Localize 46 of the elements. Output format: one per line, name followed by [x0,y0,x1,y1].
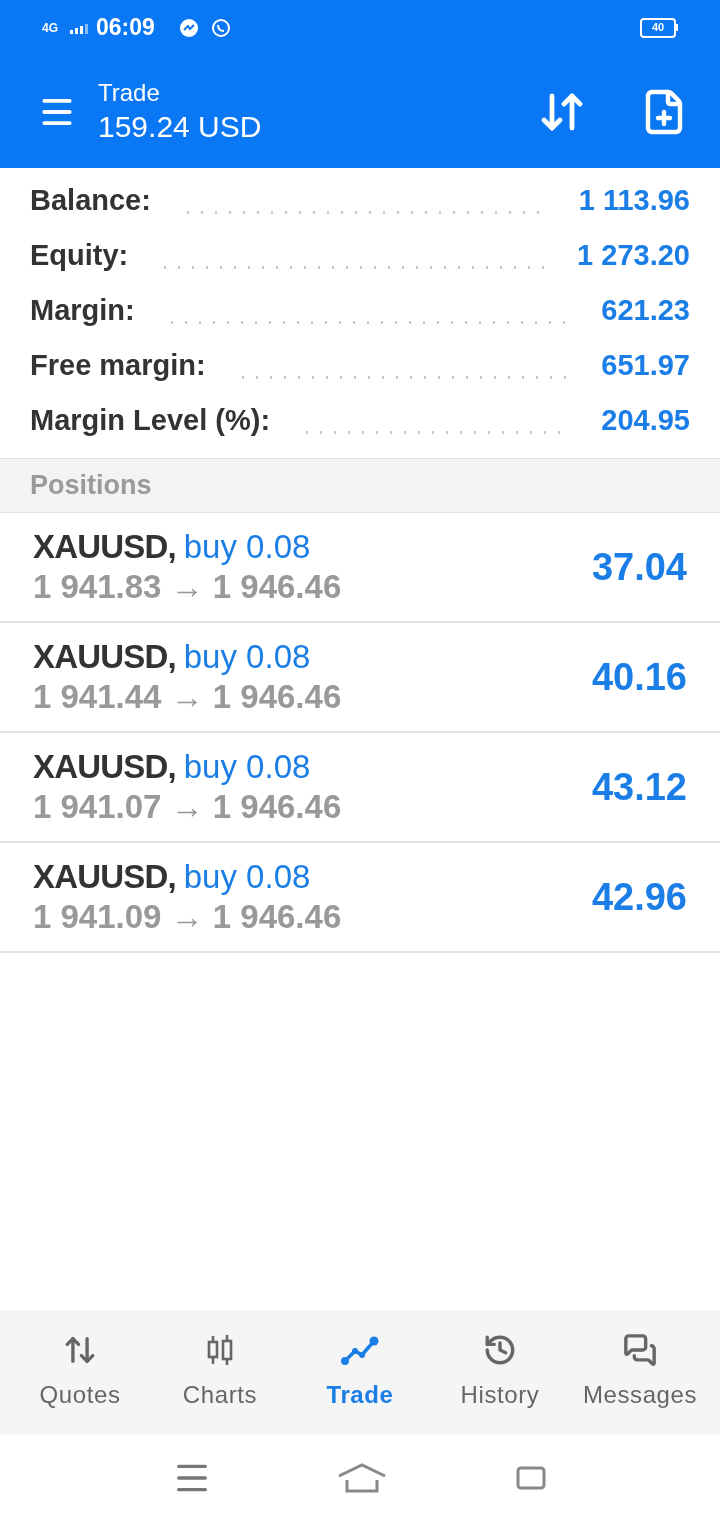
position-profit: 40.16 [591,654,687,700]
summary-label: Margin Level (%): [30,402,271,438]
clock: 06:09 [96,13,155,43]
position-side: buy 0.08 [183,527,311,567]
home-icon[interactable] [337,1461,387,1494]
battery-indicator: 40 [640,17,678,38]
position-symbol: XAUUSD, [33,637,176,677]
chat-bubble-icon [178,17,199,38]
signal-icon [70,21,88,34]
position-symbol: XAUUSD, [33,747,176,787]
position-row[interactable]: XAUUSD, buy 0.08 1 941.83 → 1 946.46 37.04 [0,513,720,623]
position-prices: 1 941.83 → 1 946.46 [33,567,343,607]
summary-label: Equity: [30,237,129,273]
nav-tab[interactable]: Trade [290,1332,430,1413]
summary-label: Margin: [30,292,135,328]
nav-tab[interactable]: Quotes [10,1332,150,1413]
summary-value: 651.97 [601,347,690,383]
position-side: buy 0.08 [183,637,311,677]
position-row[interactable]: XAUUSD, buy 0.08 1 941.07 → 1 946.46 43.12 [0,733,720,843]
summary-label: Balance: [30,182,151,218]
position-symbol: XAUUSD, [33,857,176,897]
position-symbol: XAUUSD, [33,527,176,567]
nav-tab[interactable]: Charts [150,1332,290,1413]
header-title: Trade [98,77,161,108]
summary-value: 1 273.20 [577,237,690,273]
position-prices: 1 941.09 → 1 946.46 [33,897,343,937]
position-prices: 1 941.44 → 1 946.46 [33,677,343,717]
section-title: Positions [30,469,152,503]
messages-icon [623,1332,657,1367]
position-side: buy 0.08 [183,747,311,787]
summary-value: 621.23 [601,292,690,328]
position-row[interactable]: XAUUSD, buy 0.08 1 941.09 → 1 946.46 42.96 [0,843,720,953]
position-profit: 42.96 [591,874,687,920]
position-row[interactable]: XAUUSD, buy 0.08 1 941.44 → 1 946.46 40.16 [0,623,720,733]
position-side: buy 0.08 [183,857,311,897]
account-balance: 159.24 USD [98,108,262,145]
nav-tab[interactable]: Messages [570,1332,710,1413]
position-prices: 1 941.07 → 1 946.46 [33,787,343,827]
position-profit: 37.04 [591,544,687,590]
summary-value: 1 113.96 [578,182,690,218]
position-profit: 43.12 [591,764,687,810]
network-indicator: 4G [42,21,58,34]
summary-label: Free margin: [30,347,206,383]
summary-value: 204.95 [601,402,690,438]
nav-tab[interactable]: History [430,1332,570,1413]
phone-bubble-icon [210,17,231,38]
